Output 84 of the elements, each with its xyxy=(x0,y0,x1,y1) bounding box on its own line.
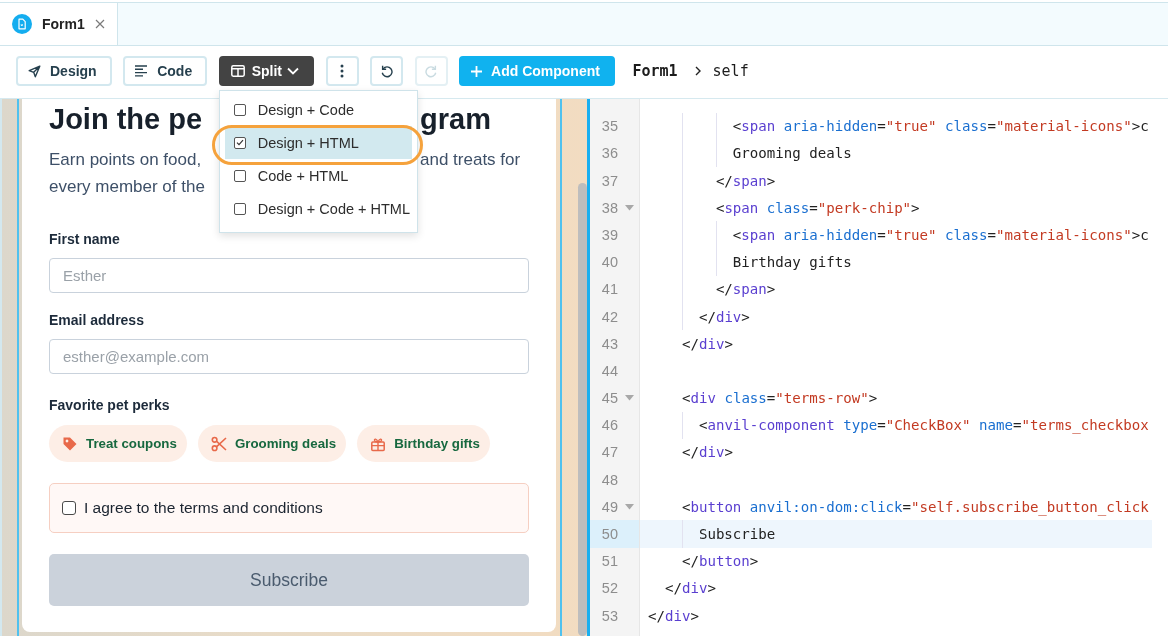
undo-button[interactable] xyxy=(370,56,404,86)
code-line: <span aria-hidden="true" class="material-icons">c xyxy=(732,226,1149,243)
code-line: </div> xyxy=(648,607,699,624)
line-number: 41 xyxy=(601,281,618,298)
field-label: Favorite pet perks xyxy=(49,396,171,414)
field-label: First name xyxy=(49,230,121,248)
columns-icon xyxy=(230,65,245,77)
code-line: <div class="terms-row"> xyxy=(681,390,878,407)
line-number: 52 xyxy=(601,580,618,597)
breadcrumb-item[interactable]: Form1 xyxy=(632,62,678,80)
line-number: 50 xyxy=(601,526,618,542)
code-line: <span aria-hidden="true" class="material-icons">c xyxy=(732,118,1149,135)
form-description: Earn points on food, xyxy=(49,149,203,171)
code-line: </button> xyxy=(681,553,759,570)
line-number: 49 xyxy=(601,498,618,515)
code-line: </div> xyxy=(698,308,750,325)
menu-item[interactable]: Code + HTML xyxy=(224,159,412,192)
menu-checkbox[interactable] xyxy=(233,169,246,182)
line-number: 43 xyxy=(601,335,618,352)
code-line: <span class="perk-chip"> xyxy=(715,199,920,216)
fold-arrow-icon[interactable] xyxy=(625,395,634,402)
form-description: every member of the xyxy=(49,176,206,198)
view-mode-button[interactable]: Split xyxy=(218,56,315,86)
perk-label: Birthday gifts xyxy=(394,436,480,451)
close-button[interactable] xyxy=(94,19,105,29)
fold-arrow-icon[interactable] xyxy=(625,503,634,510)
line-number: 42 xyxy=(601,308,618,325)
code-line: </span> xyxy=(715,281,776,298)
line-number: 47 xyxy=(601,444,618,461)
field-label: Email address xyxy=(49,311,145,329)
view-mode-button[interactable]: Code xyxy=(123,56,208,86)
line-number: 48 xyxy=(601,471,618,488)
form-description: and treats for xyxy=(420,149,522,171)
line-number: 37 xyxy=(601,172,618,189)
undo-icon xyxy=(379,64,394,78)
text-lines-icon xyxy=(135,65,149,77)
menu-item[interactable]: Design + Code xyxy=(224,93,412,126)
menu-checkbox[interactable] xyxy=(233,202,246,215)
code-line: Grooming deals xyxy=(732,145,852,162)
menu-item[interactable]: Design + Code + HTML xyxy=(224,192,412,225)
scrollbar-thumb[interactable] xyxy=(578,183,587,636)
line-number: 53 xyxy=(601,607,618,624)
line-number: 39 xyxy=(601,226,618,243)
line-number: 51 xyxy=(601,553,618,570)
line-number: 44 xyxy=(601,362,618,379)
code-line: </div> xyxy=(664,580,716,597)
code-line: </div> xyxy=(681,335,733,352)
form-heading: gram xyxy=(420,102,492,136)
line-number: 45 xyxy=(601,390,618,407)
redo-icon xyxy=(424,64,439,78)
paper-plane-icon xyxy=(28,64,41,78)
input-field[interactable]: Esther xyxy=(49,258,529,293)
chevron-down-icon xyxy=(287,67,300,75)
form-heading: Join the pe xyxy=(49,102,204,136)
code-line: Birthday gifts xyxy=(732,254,852,271)
terms-label: I agree to the terms and conditions xyxy=(84,499,323,517)
perk-label: Treat coupons xyxy=(86,436,177,451)
plus-icon xyxy=(471,65,483,77)
line-number: 46 xyxy=(601,417,618,434)
line-number: 38 xyxy=(601,199,618,216)
tag-icon xyxy=(62,435,78,452)
input-field[interactable]: esther@example.com xyxy=(49,339,529,374)
menu-checkbox[interactable] xyxy=(233,136,246,149)
menu-item[interactable]: Design + HTML xyxy=(224,126,412,159)
perk-label: Grooming deals xyxy=(234,436,337,451)
scissors-icon xyxy=(210,435,227,452)
line-number: 35 xyxy=(601,118,618,135)
code-line: </span> xyxy=(715,172,776,189)
line-number: 40 xyxy=(601,254,618,271)
code-line: <anvil-component type="CheckBox" name="terms_checkbox xyxy=(698,417,1149,434)
line-number: 36 xyxy=(601,145,618,162)
more-vertical-icon xyxy=(340,64,345,78)
file-tab[interactable]: Form1 xyxy=(0,3,118,45)
terms-checkbox[interactable] xyxy=(62,501,76,515)
document-icon xyxy=(12,14,32,34)
close-icon xyxy=(94,19,105,29)
view-mode-button[interactable]: Design xyxy=(16,56,112,86)
menu-checkbox[interactable] xyxy=(233,103,246,116)
code-line: </div> xyxy=(681,444,733,461)
chevron-right-icon xyxy=(694,66,701,76)
breadcrumb-item[interactable]: self xyxy=(712,62,749,80)
fold-arrow-icon[interactable] xyxy=(625,204,634,211)
code-line: <button anvil:on-dom:click="self.subscribe_button_click xyxy=(681,498,1149,515)
code-line: Subscribe xyxy=(698,526,776,542)
